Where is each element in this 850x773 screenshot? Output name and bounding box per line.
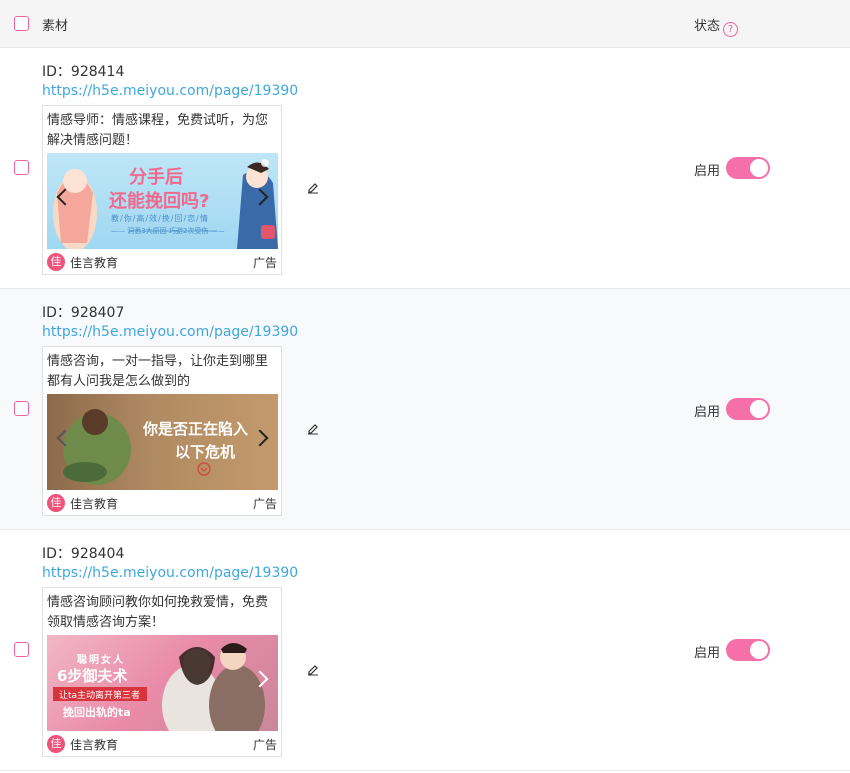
ad-preview-card: 情感咨询，一对一指导，让你走到哪里都有人问我是怎么做到的 你是否正在陷入 以下危… [42, 346, 282, 516]
material-url-link[interactable]: https://h5e.meiyou.com/page/19390 [42, 324, 298, 340]
help-icon[interactable]: ? [723, 22, 739, 37]
brand-logo-icon: 佳 [47, 735, 65, 753]
ad-image-line3: 让ta主动离开第三者 [59, 691, 141, 701]
edit-icon[interactable] [306, 662, 320, 676]
table-row: ID：928404 https://h5e.meiyou.com/page/19… [0, 530, 850, 771]
material-column-header: 素材 [42, 19, 69, 34]
row-checkbox[interactable] [14, 160, 29, 175]
status-header-label: 状态 [694, 19, 721, 34]
brand-name: 佳言教育 [70, 497, 119, 511]
row-checkbox[interactable] [14, 642, 29, 657]
ad-image-line2: 以下危机 [175, 443, 236, 461]
ad-tag: 广告 [252, 738, 277, 752]
table-row: ID：928407 https://h5e.meiyou.com/page/19… [0, 289, 850, 530]
material-url-link[interactable]: https://h5e.meiyou.com/page/19390 [42, 565, 298, 581]
ad-image: 你是否正在陷入 以下危机 [47, 394, 278, 490]
ad-description: 情感导师：情感课程，免费试听，为您解决情感问题！ [47, 113, 269, 148]
status-text: 启用 [694, 646, 721, 661]
toggle-knob [750, 400, 768, 418]
material-url-link[interactable]: https://h5e.meiyou.com/page/19390 [42, 83, 298, 99]
material-id: ID：928414 [42, 64, 125, 80]
status-toggle[interactable] [726, 639, 770, 661]
brand-logo-icon: 佳 [47, 253, 65, 271]
ad-image-line3: 教/你/高/效/挽/回/恋/情 [111, 214, 209, 223]
ad-preview-card: 情感导师：情感课程，免费试听，为您解决情感问题！ 分手后 还能挽回吗? 教/你/… [42, 105, 282, 275]
material-id: ID：928404 [42, 546, 125, 562]
status-column-header: 状态? [694, 15, 739, 37]
toggle-knob [750, 159, 768, 177]
toggle-knob [750, 641, 768, 659]
ad-image-illustration [63, 409, 211, 485]
ad-tag: 广告 [252, 497, 277, 511]
table-row: ID：928414 https://h5e.meiyou.com/page/19… [0, 48, 850, 289]
material-id: ID：928407 [42, 305, 125, 321]
ad-image-line2: 6步御夫术 [57, 667, 128, 685]
ad-tag: 广告 [252, 256, 277, 270]
ad-preview-card: 情感咨询顾问教你如何挽救爱情，免费领取情感咨询方案！ 聪明女人 6步御夫术 让t… [42, 587, 282, 757]
ad-image: 聪明女人 6步御夫术 让ta主动离开第三者 挽回出轨的ta [47, 635, 278, 731]
materials-table: 素材 状态? ID：928414 https://h5e.meiyou.com/… [0, 0, 850, 771]
brand-name: 佳言教育 [70, 738, 119, 752]
ad-description: 情感咨询顾问教你如何挽救爱情，免费领取情感咨询方案！ [47, 595, 269, 630]
ad-image-line4: —— 洞悉3大原因 巧避2次受伤 —— [111, 227, 225, 235]
ad-image-line1: 分手后 [129, 167, 183, 188]
edit-icon[interactable] [306, 180, 320, 194]
ad-image-line2: 还能挽回吗? [109, 191, 210, 212]
ad-image-line1: 聪明女人 [77, 655, 125, 666]
ad-image: 分手后 还能挽回吗? 教/你/高/效/挽/回/恋/情 —— 洞悉3大原因 巧避2… [47, 153, 278, 249]
table-header: 素材 状态? [0, 0, 850, 48]
select-all-checkbox[interactable] [14, 16, 29, 31]
brand-name: 佳言教育 [70, 256, 119, 270]
status-toggle[interactable] [726, 398, 770, 420]
status-toggle[interactable] [726, 157, 770, 179]
ad-image-line4: 挽回出轨的ta [63, 706, 131, 719]
ad-image-line1: 你是否正在陷入 [143, 420, 249, 438]
status-text: 启用 [694, 164, 721, 179]
brand-logo-icon: 佳 [47, 494, 65, 512]
status-text: 启用 [694, 405, 721, 420]
edit-icon[interactable] [306, 421, 320, 435]
row-checkbox[interactable] [14, 401, 29, 416]
ad-description: 情感咨询，一对一指导，让你走到哪里都有人问我是怎么做到的 [47, 354, 269, 389]
